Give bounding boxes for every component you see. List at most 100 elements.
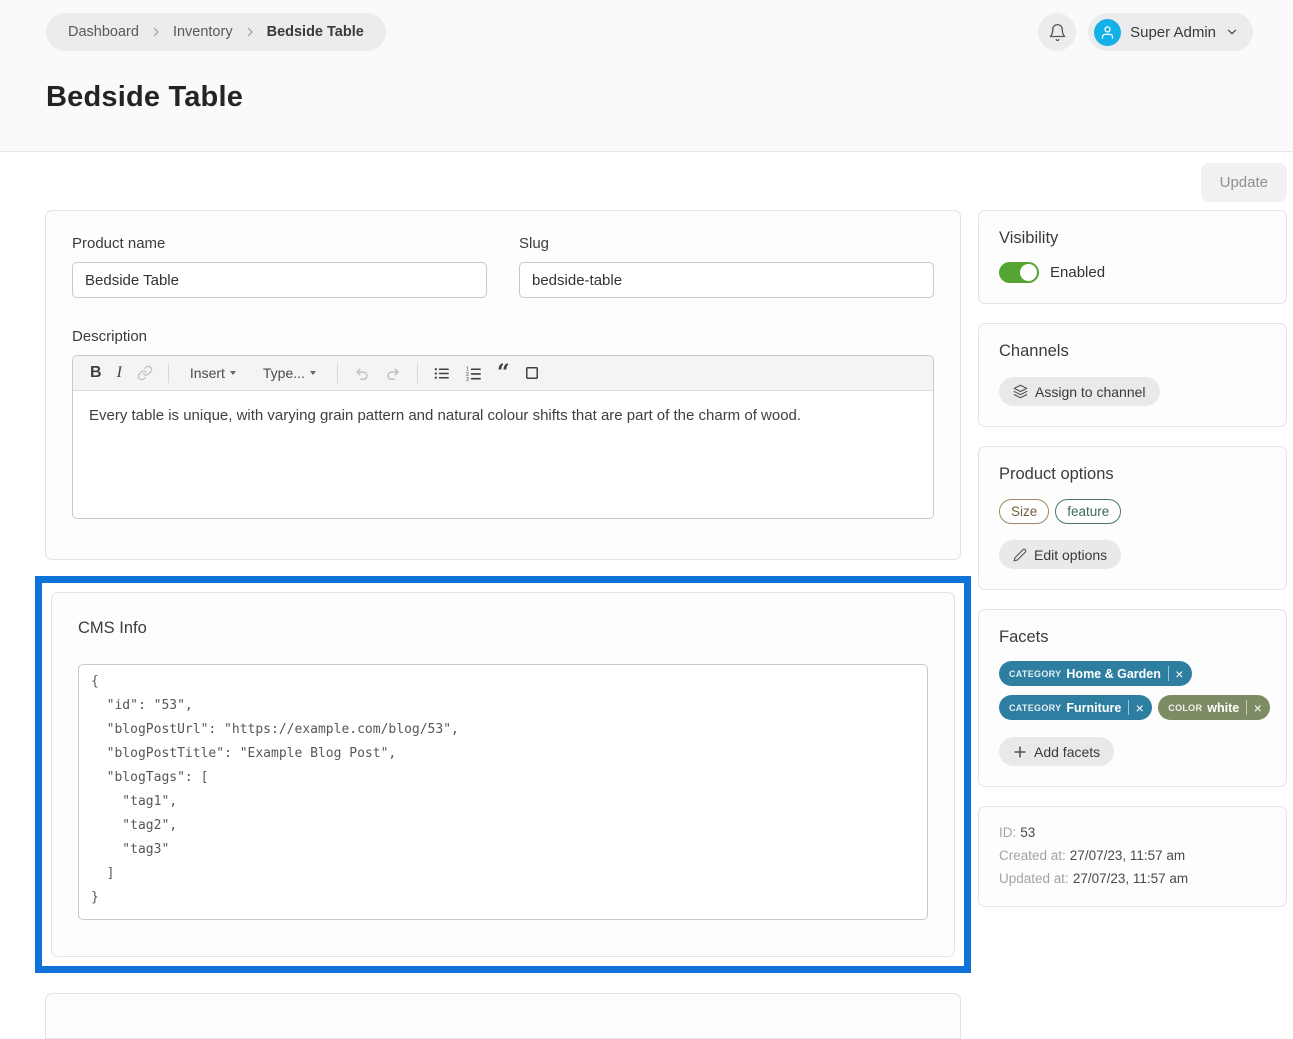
- add-facets-button[interactable]: Add facets: [999, 737, 1114, 766]
- edit-options-button[interactable]: Edit options: [999, 540, 1121, 569]
- plus-icon: [1013, 745, 1027, 759]
- facet-value-label: Furniture: [1066, 701, 1121, 715]
- json-line: "blogPostTitle": "Example Blog Post",: [91, 742, 915, 766]
- insert-dropdown-label: Insert: [190, 365, 225, 381]
- json-line: {: [91, 670, 915, 694]
- undo-icon: [353, 365, 370, 382]
- toolbar-divider: [168, 363, 169, 383]
- description-editor-body[interactable]: Every table is unique, with varying grai…: [73, 391, 933, 518]
- rich-text-editor: B I Insert Type...: [72, 355, 934, 519]
- facet-chip-white: COLOR white ×: [1158, 695, 1270, 720]
- breadcrumb-current: Bedside Table: [267, 24, 364, 40]
- option-chip-size: Size: [999, 499, 1049, 524]
- created-at-value: 27/07/23, 11:57 am: [1070, 848, 1185, 863]
- remove-facet-button[interactable]: ×: [1129, 696, 1150, 719]
- product-name-input[interactable]: [72, 262, 487, 298]
- square-icon: [525, 366, 539, 380]
- ordered-list-icon: 123: [465, 365, 482, 382]
- option-chip-feature: feature: [1055, 499, 1121, 524]
- undo-button[interactable]: [353, 365, 370, 382]
- visibility-title: Visibility: [999, 229, 1266, 248]
- facet-type-label: CATEGORY: [1009, 703, 1061, 713]
- visibility-state-label: Enabled: [1050, 264, 1105, 281]
- assign-to-channel-button[interactable]: Assign to channel: [999, 377, 1160, 406]
- redo-icon: [385, 365, 402, 382]
- visibility-toggle[interactable]: [999, 262, 1039, 283]
- product-name-label: Product name: [72, 235, 487, 252]
- facet-chip-furniture: CATEGORY Furniture ×: [999, 695, 1152, 720]
- created-at-label: Created at:: [999, 848, 1066, 863]
- id-label: ID:: [999, 825, 1016, 840]
- json-line: ]: [91, 862, 915, 886]
- chevron-right-icon: [150, 26, 162, 38]
- block-button[interactable]: [525, 366, 539, 380]
- type-dropdown-label: Type...: [263, 365, 305, 381]
- close-icon: ×: [1175, 666, 1183, 682]
- json-line: "id": "53",: [91, 694, 915, 718]
- breadcrumb-dashboard[interactable]: Dashboard: [68, 24, 139, 40]
- updated-at-label: Updated at:: [999, 871, 1069, 886]
- blockquote-button[interactable]: “: [497, 367, 510, 379]
- entity-meta-card: ID: 53 Created at: 27/07/23, 11:57 am Upda…: [978, 806, 1287, 907]
- json-line: "blogTags": [: [91, 766, 915, 790]
- facet-value-label: Home & Garden: [1066, 667, 1160, 681]
- page-title: Bedside Table: [46, 81, 1253, 114]
- json-line: }: [91, 886, 915, 910]
- user-menu[interactable]: Super Admin: [1088, 13, 1253, 51]
- remove-facet-button[interactable]: ×: [1247, 696, 1268, 719]
- edit-options-label: Edit options: [1034, 547, 1107, 563]
- breadcrumb: Dashboard Inventory Bedside Table: [46, 13, 386, 51]
- product-details-card: Product name Slug Description B I: [45, 210, 961, 560]
- link-icon: [137, 365, 153, 381]
- description-label: Description: [72, 328, 934, 345]
- facets-title: Facets: [999, 628, 1266, 647]
- remove-facet-button[interactable]: ×: [1169, 662, 1190, 685]
- breadcrumb-inventory[interactable]: Inventory: [173, 24, 233, 40]
- chevron-right-icon: [244, 26, 256, 38]
- type-dropdown[interactable]: Type...: [257, 364, 322, 382]
- user-icon: [1100, 25, 1115, 40]
- caret-down-icon: [310, 371, 316, 375]
- caret-down-icon: [230, 371, 236, 375]
- facet-type-label: COLOR: [1168, 703, 1202, 713]
- cms-highlight-frame: CMS Info { "id": "53", "blogPostUrl": "h…: [35, 576, 971, 973]
- ordered-list-button[interactable]: 123: [465, 365, 482, 382]
- facets-card: Facets CATEGORY Home & Garden × CATEGORY: [978, 609, 1287, 787]
- italic-button[interactable]: I: [117, 364, 122, 382]
- bell-icon: [1048, 23, 1067, 42]
- editor-toolbar: B I Insert Type...: [73, 356, 933, 391]
- bold-button[interactable]: B: [90, 364, 102, 382]
- cms-json-textarea[interactable]: { "id": "53", "blogPostUrl": "https://ex…: [78, 664, 928, 920]
- channels-title: Channels: [999, 342, 1266, 361]
- link-button[interactable]: [137, 365, 153, 381]
- page-header: Dashboard Inventory Bedside Table Super …: [0, 0, 1293, 152]
- json-line: "tag1",: [91, 790, 915, 814]
- user-name: Super Admin: [1130, 24, 1216, 41]
- product-options-card: Product options Size feature Edit option…: [978, 446, 1287, 590]
- update-button[interactable]: Update: [1201, 163, 1287, 202]
- redo-button[interactable]: [385, 365, 402, 382]
- bullet-list-button[interactable]: [433, 365, 450, 382]
- facet-chip-home-garden: CATEGORY Home & Garden ×: [999, 661, 1192, 686]
- cms-info-card: CMS Info { "id": "53", "blogPostUrl": "h…: [51, 592, 955, 957]
- insert-dropdown[interactable]: Insert: [184, 364, 242, 382]
- meta-created-row: Created at: 27/07/23, 11:57 am: [999, 844, 1266, 867]
- add-facets-label: Add facets: [1034, 744, 1100, 760]
- notifications-button[interactable]: [1038, 13, 1076, 51]
- pencil-icon: [1013, 548, 1027, 562]
- avatar: [1094, 19, 1121, 46]
- updated-at-value: 27/07/23, 11:57 am: [1073, 871, 1188, 886]
- toolbar-divider: [337, 363, 338, 383]
- layers-icon: [1013, 384, 1028, 399]
- slug-input[interactable]: [519, 262, 934, 298]
- visibility-card: Visibility Enabled: [978, 210, 1287, 304]
- cms-info-title: CMS Info: [78, 619, 928, 638]
- assign-to-channel-label: Assign to channel: [1035, 384, 1146, 400]
- id-value: 53: [1020, 825, 1035, 840]
- meta-id-row: ID: 53: [999, 821, 1266, 844]
- product-options-title: Product options: [999, 465, 1266, 484]
- json-line: "tag3": [91, 838, 915, 862]
- bullet-list-icon: [433, 365, 450, 382]
- meta-updated-row: Updated at: 27/07/23, 11:57 am: [999, 867, 1266, 890]
- toolbar-divider: [417, 363, 418, 383]
